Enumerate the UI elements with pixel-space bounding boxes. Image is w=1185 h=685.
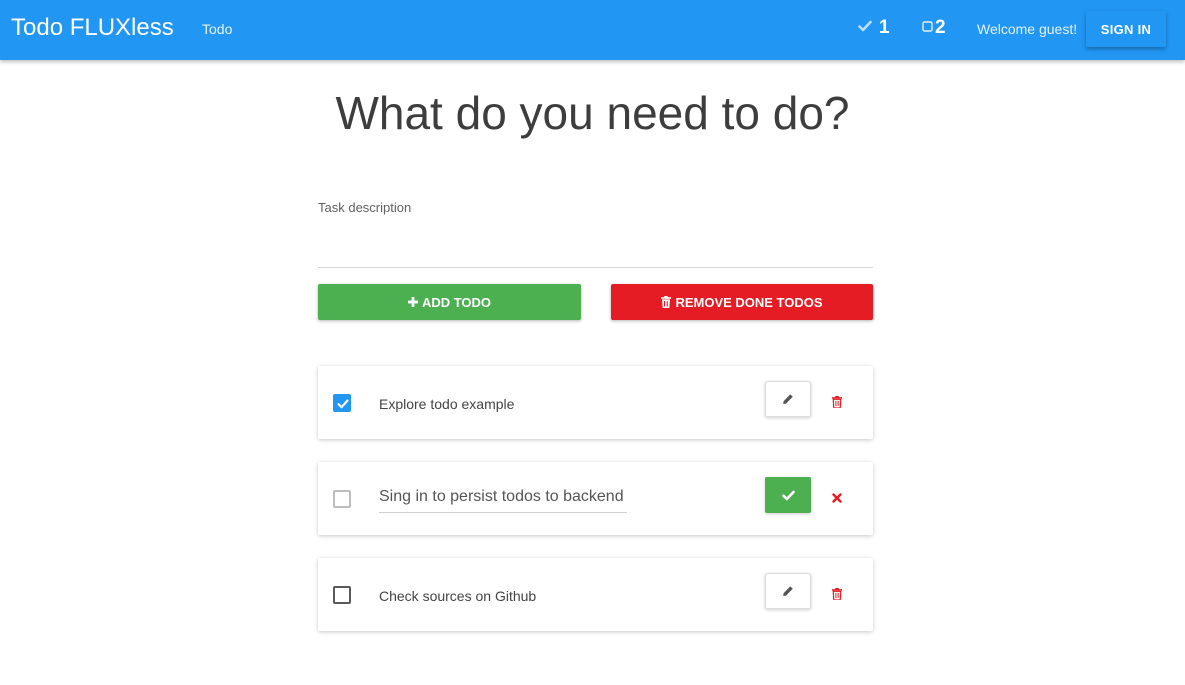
- pencil-icon: [783, 394, 793, 404]
- todo-checkbox[interactable]: [333, 394, 351, 412]
- check-icon: [781, 490, 795, 500]
- todo-item: Explore todo example: [318, 366, 873, 439]
- todo-checkbox[interactable]: [333, 490, 351, 508]
- check-icon: [337, 399, 349, 409]
- sign-in-button[interactable]: SIGN IN: [1086, 11, 1166, 47]
- add-todo-button[interactable]: ADD TODO: [318, 284, 581, 320]
- trash-icon: [832, 588, 842, 600]
- task-description-input[interactable]: [318, 226, 873, 268]
- todo-checkbox[interactable]: [333, 586, 351, 604]
- add-todo-label: ADD TODO: [421, 294, 492, 310]
- done-count-stat: 1: [858, 17, 890, 39]
- app-brand[interactable]: Todo FLUXless: [11, 14, 174, 42]
- remove-done-todos-button[interactable]: REMOVE DONE TODOS: [611, 284, 873, 320]
- todo-edit-input[interactable]: [379, 482, 627, 513]
- open-count-stat: 2: [922, 17, 946, 39]
- welcome-text: Welcome guest!: [977, 21, 1078, 37]
- done-count: 1: [879, 17, 890, 38]
- trash-icon: [661, 296, 672, 308]
- plus-icon: [407, 297, 418, 307]
- todo-text: Explore todo example: [379, 396, 515, 412]
- edit-todo-button[interactable]: [765, 573, 811, 609]
- todo-item: Check sources on Github: [318, 558, 873, 631]
- task-description-label: Task description: [318, 200, 412, 215]
- delete-todo-button[interactable]: [827, 584, 847, 604]
- pencil-icon: [783, 586, 793, 596]
- delete-todo-button[interactable]: [827, 392, 847, 412]
- open-count: 2: [935, 17, 946, 38]
- check-icon: [858, 19, 872, 37]
- square-icon: [922, 19, 933, 37]
- cancel-edit-button[interactable]: [827, 488, 847, 508]
- trash-icon: [832, 396, 842, 408]
- top-navbar: Todo FLUXless Todo 1 2 Welcome guest! SI…: [0, 0, 1185, 60]
- page-title: What do you need to do?: [335, 87, 850, 139]
- edit-todo-button[interactable]: [765, 381, 811, 417]
- nav-link-todo[interactable]: Todo: [202, 21, 232, 37]
- close-icon: [832, 493, 842, 503]
- save-todo-button[interactable]: [765, 477, 811, 513]
- todo-text: Check sources on Github: [379, 588, 537, 604]
- remove-done-todos-label: REMOVE DONE TODOS: [675, 294, 823, 310]
- todo-item: [318, 462, 873, 535]
